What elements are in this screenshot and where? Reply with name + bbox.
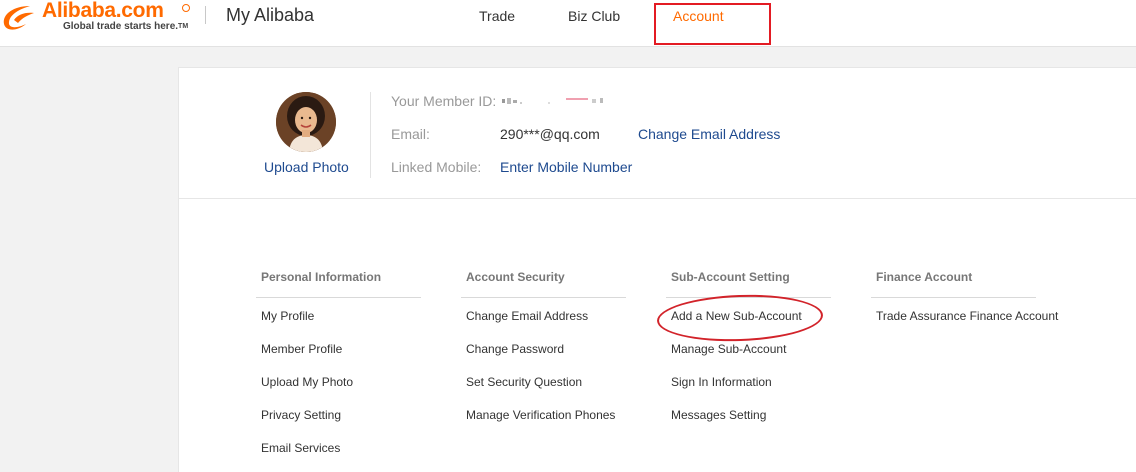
- logo-registered-mark: [182, 4, 190, 12]
- email-label: Email:: [391, 126, 430, 142]
- link-email-services[interactable]: Email Services: [256, 432, 421, 465]
- email-value: 290***@qq.com: [500, 126, 600, 142]
- avatar-portrait-icon: [276, 92, 336, 152]
- link-set-security-question[interactable]: Set Security Question: [461, 366, 626, 399]
- nav-tab-trade[interactable]: Trade: [479, 7, 515, 25]
- upload-photo-link[interactable]: Upload Photo: [264, 159, 349, 175]
- redacted-member-id: [502, 98, 603, 104]
- section-title: Sub-Account Setting: [666, 268, 831, 298]
- link-manage-verification-phones[interactable]: Manage Verification Phones: [461, 399, 626, 432]
- link-trade-assurance-finance-account[interactable]: Trade Assurance Finance Account: [871, 300, 1058, 333]
- section-title: Account Security: [461, 268, 626, 298]
- site-title[interactable]: My Alibaba: [226, 4, 314, 26]
- profile-divider: [370, 92, 371, 178]
- section-divider: [179, 198, 1136, 199]
- link-privacy-setting[interactable]: Privacy Setting: [256, 399, 421, 432]
- link-upload-my-photo[interactable]: Upload My Photo: [256, 366, 421, 399]
- account-tab-highlight-box: [654, 3, 771, 45]
- finance-account-section: Finance Account Trade Assurance Finance …: [871, 268, 1058, 333]
- logo-wordmark[interactable]: Alibaba.com: [42, 0, 164, 23]
- top-header: Alibaba.com Global trade starts here.TM …: [0, 0, 1136, 47]
- account-security-section: Account Security Change Email Address Ch…: [461, 268, 626, 430]
- nav-tab-biz-club[interactable]: Biz Club: [568, 7, 620, 25]
- enter-mobile-link[interactable]: Enter Mobile Number: [500, 159, 632, 175]
- link-member-profile[interactable]: Member Profile: [256, 333, 421, 366]
- section-title: Personal Information: [256, 268, 421, 298]
- profile-avatar[interactable]: [276, 92, 336, 152]
- section-title: Finance Account: [871, 268, 1036, 298]
- linked-mobile-label: Linked Mobile:: [391, 159, 482, 175]
- member-id-label: Your Member ID:: [391, 93, 497, 109]
- trademark-mark: TM: [178, 23, 189, 30]
- sub-account-setting-section: Sub-Account Setting Add a New Sub-Accoun…: [666, 268, 831, 430]
- link-messages-setting[interactable]: Messages Setting: [666, 399, 831, 432]
- link-change-password[interactable]: Change Password: [461, 333, 626, 366]
- link-sign-in-information[interactable]: Sign In Information: [666, 366, 831, 399]
- logo-tagline: Global trade starts here.TM: [63, 21, 189, 32]
- link-my-profile[interactable]: My Profile: [256, 300, 421, 333]
- personal-information-section: Personal Information My Profile Member P…: [256, 268, 421, 463]
- header-divider: [205, 6, 206, 24]
- link-change-email-address[interactable]: Change Email Address: [461, 300, 626, 333]
- change-email-link[interactable]: Change Email Address: [638, 126, 780, 142]
